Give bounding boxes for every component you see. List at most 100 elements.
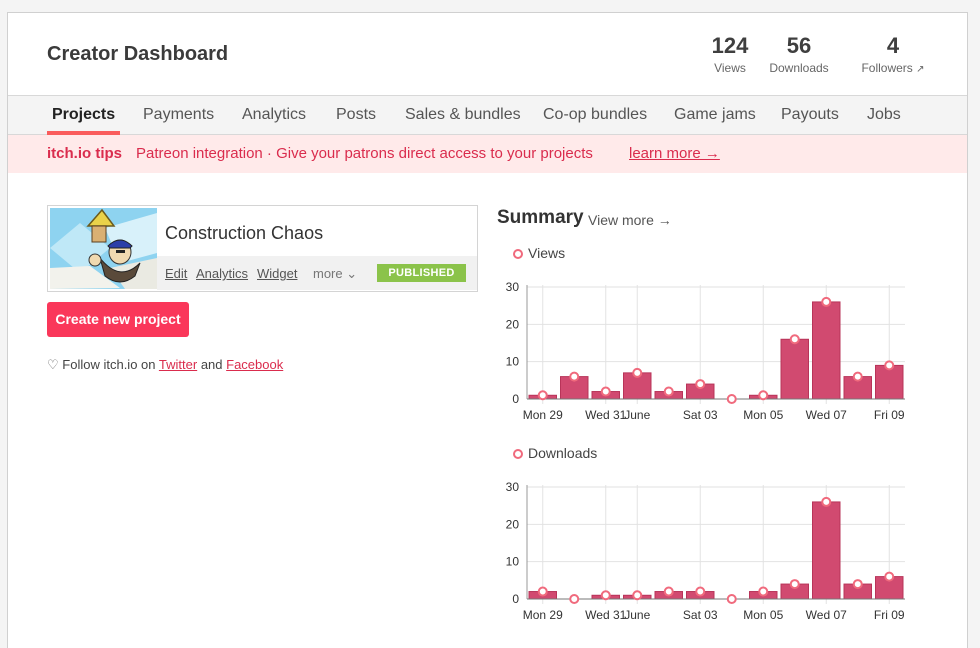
y-tick-label: 0	[512, 592, 519, 606]
tab-coop-bundles[interactable]: Co-op bundles	[543, 106, 647, 124]
followers-stat[interactable]: 4 Followers ↗	[855, 33, 931, 75]
downloads-label: Downloads	[769, 61, 829, 75]
heart-icon: ♡	[47, 357, 59, 372]
summary-title: Summary	[497, 207, 584, 228]
dashboard-header: Creator Dashboard 124 Views 56 Downloads…	[8, 13, 967, 95]
chart-point	[632, 590, 643, 601]
dashboard-page: Creator Dashboard 124 Views 56 Downloads…	[7, 12, 968, 648]
tab-game-jams[interactable]: Game jams	[674, 106, 756, 124]
chart-point	[537, 586, 548, 597]
chart-point	[789, 334, 800, 345]
y-tick-label: 30	[506, 480, 520, 494]
chart-point	[884, 360, 895, 371]
chart-point	[726, 594, 737, 604]
project-title[interactable]: Construction Chaos	[165, 223, 323, 244]
external-arrow-icon: ↗	[916, 64, 925, 75]
tips-message: Patreon integration · Give your patrons …	[136, 145, 593, 162]
follow-itchio: ♡ Follow itch.io on Twitter and Facebook	[47, 357, 283, 373]
views-legend-label: Views	[528, 245, 566, 261]
view-more-link[interactable]: View more →	[588, 212, 672, 228]
x-tick-label: Wed 07	[806, 608, 847, 622]
tab-projects[interactable]: Projects	[46, 106, 121, 135]
follow-prefix: Follow itch.io on	[62, 357, 156, 372]
chart-point	[663, 386, 674, 397]
tab-sales-bundles[interactable]: Sales & bundles	[405, 106, 521, 124]
tab-payments[interactable]: Payments	[143, 106, 214, 124]
more-label: more	[313, 266, 343, 281]
y-tick-label: 0	[512, 392, 519, 406]
followers-label-wrap: Followers ↗	[855, 61, 931, 75]
x-tick-label: Mon 05	[743, 408, 783, 422]
y-tick-label: 30	[506, 280, 520, 294]
dashboard-tabs: Projects Payments Analytics Posts Sales …	[8, 95, 967, 135]
project-card: Construction Chaos Edit Analytics Widget…	[47, 205, 478, 292]
x-tick-label: Mon 29	[523, 608, 563, 622]
tips-banner: itch.io tips Patreon integration · Give …	[8, 135, 967, 173]
twitter-link[interactable]: Twitter	[159, 357, 197, 372]
legend-marker-icon	[513, 249, 523, 259]
downloads-stat[interactable]: 56 Downloads	[764, 33, 834, 75]
downloads-legend-label: Downloads	[528, 445, 598, 461]
x-tick-label: Wed 07	[806, 408, 847, 422]
tab-jobs[interactable]: Jobs	[867, 106, 901, 124]
edit-link[interactable]: Edit	[165, 266, 187, 281]
chart-bar	[780, 338, 809, 400]
chart-point	[821, 296, 832, 307]
y-tick-label: 20	[506, 317, 520, 331]
chart-point	[663, 586, 674, 597]
facebook-link[interactable]: Facebook	[226, 357, 283, 372]
y-tick-label: 20	[506, 517, 520, 531]
chart-bar	[812, 501, 841, 600]
x-tick-label: Mon 05	[743, 608, 783, 622]
chart-point	[695, 379, 706, 390]
x-tick-label: Sat 03	[683, 408, 718, 422]
chart-point	[569, 371, 580, 382]
follow-and: and	[200, 357, 223, 372]
views-chart-legend: Views	[513, 245, 565, 261]
tab-payouts[interactable]: Payouts	[781, 106, 839, 124]
tab-analytics[interactable]: Analytics	[242, 106, 306, 124]
x-tick-label: June	[624, 408, 650, 422]
chart-point	[726, 394, 737, 404]
views-stat[interactable]: 124 Views	[705, 33, 755, 75]
status-badge: PUBLISHED	[377, 264, 466, 282]
chart-point	[821, 496, 832, 507]
x-tick-label: Wed 31	[585, 608, 626, 622]
followers-count: 4	[886, 33, 900, 58]
chart-point	[852, 579, 863, 590]
chart-point	[758, 586, 769, 597]
x-tick-label: Fri 09	[874, 408, 905, 422]
project-thumbnail[interactable]	[50, 208, 157, 289]
learn-more-link[interactable]: learn more →	[629, 145, 720, 162]
chart-point	[852, 371, 863, 382]
y-tick-label: 10	[506, 555, 520, 569]
views-label: Views	[714, 61, 746, 75]
chart-point	[758, 390, 769, 401]
chart-bar	[812, 301, 841, 400]
x-tick-label: Sat 03	[683, 608, 718, 622]
x-tick-label: Fri 09	[874, 608, 905, 622]
more-dropdown[interactable]: more ⌄	[313, 266, 357, 282]
legend-marker-icon	[513, 449, 523, 459]
chart-point	[789, 579, 800, 590]
tab-posts[interactable]: Posts	[336, 106, 376, 124]
chart-point	[884, 571, 895, 582]
tips-label: itch.io tips	[47, 145, 122, 162]
x-tick-label: Mon 29	[523, 408, 563, 422]
followers-label: Followers	[861, 61, 913, 75]
x-tick-label: Wed 31	[585, 408, 626, 422]
views-chart: 0 10 20 30 Mon 29 Wed 31June Sat 03 Mon 05 Wed 0…	[506, 280, 905, 422]
page-title: Creator Dashboard	[47, 43, 229, 65]
create-project-button[interactable]: Create new project	[47, 302, 189, 337]
chart-point	[600, 590, 611, 601]
project-actions: Edit Analytics Widget more ⌄ PUBLISHED	[157, 256, 477, 290]
project-cover-image	[50, 208, 157, 289]
views-count: 124	[711, 33, 749, 58]
downloads-chart-legend: Downloads	[513, 445, 597, 461]
downloads-chart: 0 10 20 30 Mon 29 Wed 31June Sat 03 Mon 05 Wed 0…	[506, 480, 905, 622]
chevron-down-icon: ⌄	[346, 266, 358, 281]
chart-point	[695, 586, 706, 597]
widget-link[interactable]: Widget	[257, 266, 297, 281]
analytics-link[interactable]: Analytics	[196, 266, 248, 281]
chart-point	[600, 386, 611, 397]
